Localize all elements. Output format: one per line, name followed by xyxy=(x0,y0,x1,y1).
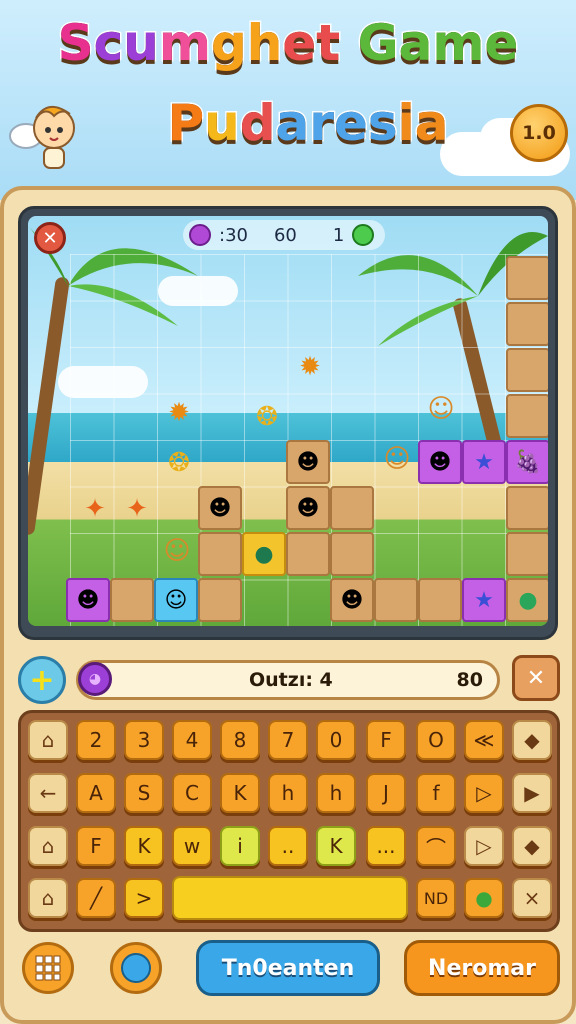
key[interactable]: K xyxy=(316,826,356,866)
key[interactable]: ≪ xyxy=(464,720,504,760)
hud-lives: 1 xyxy=(332,224,345,246)
board-tile[interactable] xyxy=(198,578,242,622)
fire-creature-icon[interactable]: ✦ xyxy=(120,492,154,526)
game-board[interactable]: ✕ :30 60 1 🍇 ● ☻ ★ ★ ☻ ☻ ☻ ● ☻ ☺ ☻ ✹ ✹ ❂… xyxy=(28,216,548,626)
key[interactable]: J xyxy=(366,773,406,813)
key-back[interactable]: ← xyxy=(28,773,68,813)
status-value: 80 xyxy=(456,669,483,691)
key[interactable]: 0 xyxy=(316,720,356,760)
hud-bar: :30 60 1 xyxy=(183,220,385,250)
key[interactable]: F xyxy=(366,720,406,760)
mascot-cherub-icon xyxy=(9,106,75,169)
key-home[interactable]: ⌂ xyxy=(28,878,68,918)
hud-gems: :30 xyxy=(219,224,248,246)
hud-score: 60 xyxy=(273,224,297,246)
board-tile[interactable]: ☻ xyxy=(198,486,242,530)
hero-character-icon[interactable]: ☺ xyxy=(160,534,194,568)
board-tile[interactable] xyxy=(286,532,330,576)
key[interactable]: .. xyxy=(268,826,308,866)
board-tile[interactable] xyxy=(374,578,418,622)
fire-creature-icon[interactable]: ✦ xyxy=(78,492,112,526)
key[interactable]: A xyxy=(76,773,116,813)
board-tile-purple[interactable]: 🍇 xyxy=(506,440,548,484)
board-tile[interactable]: ☻ xyxy=(330,578,374,622)
status-label: Outzı: 4 xyxy=(249,669,333,691)
key[interactable]: K xyxy=(220,773,260,813)
key-close[interactable]: × xyxy=(512,878,552,918)
key-play[interactable]: ▶ xyxy=(512,773,552,813)
key[interactable]: 8 xyxy=(220,720,260,760)
key-diamond[interactable]: ◆ xyxy=(512,720,552,760)
board-tile-blue[interactable]: ☺ xyxy=(154,578,198,622)
key-slash[interactable]: ╱ xyxy=(76,878,116,918)
cat-creature-icon[interactable]: ❂ xyxy=(250,400,284,434)
gem-icon: ◕ xyxy=(78,662,112,696)
key[interactable]: > xyxy=(124,878,164,918)
key-home[interactable]: ⌂ xyxy=(28,826,68,866)
grid-icon[interactable] xyxy=(22,942,74,994)
key[interactable]: ⌒ xyxy=(416,826,456,866)
game-title-line1: Scumghet Game xyxy=(56,13,520,74)
board-tile[interactable] xyxy=(418,578,462,622)
board-tile-purple[interactable]: ★ xyxy=(462,440,506,484)
board-tile[interactable] xyxy=(330,486,374,530)
key[interactable]: 3 xyxy=(124,720,164,760)
board-tile[interactable] xyxy=(110,578,154,622)
hero-character-icon[interactable]: ☺ xyxy=(380,442,414,476)
board-tile[interactable] xyxy=(506,256,548,300)
key[interactable]: K xyxy=(124,826,164,866)
key[interactable]: h xyxy=(268,773,308,813)
gem-icon xyxy=(189,224,211,246)
key[interactable]: ▷ xyxy=(464,773,504,813)
board-tile[interactable]: ☻ xyxy=(286,440,330,484)
star-creature-icon[interactable]: ✹ xyxy=(293,350,327,384)
key[interactable]: ... xyxy=(366,826,406,866)
game-title-line2: Pudaresia xyxy=(166,93,450,154)
key[interactable]: h xyxy=(316,773,356,813)
board-tile[interactable] xyxy=(506,302,548,346)
board-tile[interactable]: ☻ xyxy=(286,486,330,530)
key[interactable]: 2 xyxy=(76,720,116,760)
star-creature-icon[interactable]: ✹ xyxy=(162,396,196,430)
leaf-key[interactable]: ● xyxy=(464,878,504,918)
cat-creature-icon[interactable]: ❂ xyxy=(162,446,196,480)
grid-icon xyxy=(35,955,61,981)
board-tile-purple[interactable]: ★ xyxy=(462,578,506,622)
smile-icon xyxy=(352,224,375,246)
board-tile[interactable] xyxy=(330,532,374,576)
close-button[interactable]: ✕ xyxy=(512,655,560,701)
board-tile[interactable] xyxy=(506,486,548,530)
board-tile-purple[interactable]: ☻ xyxy=(66,578,110,622)
circle-button[interactable] xyxy=(110,942,162,994)
key-diamond[interactable]: ◆ xyxy=(512,826,552,866)
key[interactable]: i xyxy=(220,826,260,866)
key[interactable]: w xyxy=(172,826,212,866)
key[interactable]: ▷ xyxy=(464,826,504,866)
board-tile-gold[interactable]: ● xyxy=(242,532,286,576)
key[interactable]: S xyxy=(124,773,164,813)
secondary-button[interactable]: Neromar xyxy=(404,940,560,996)
board-tile-purple[interactable]: ☻ xyxy=(418,440,462,484)
version-badge[interactable]: 1.0 xyxy=(510,104,568,162)
key[interactable]: O xyxy=(416,720,456,760)
key[interactable]: ND xyxy=(416,878,456,918)
close-icon[interactable]: ✕ xyxy=(34,222,66,254)
hero-character-icon[interactable]: ☺ xyxy=(424,392,458,426)
board-tile[interactable] xyxy=(506,532,548,576)
key[interactable]: C xyxy=(172,773,212,813)
circle-icon xyxy=(121,953,151,983)
primary-button[interactable]: Tn0eanten xyxy=(196,940,380,996)
key[interactable]: f xyxy=(416,773,456,813)
key[interactable]: F xyxy=(76,826,116,866)
add-button[interactable]: + xyxy=(18,656,66,704)
space-bar[interactable] xyxy=(172,876,408,920)
board-tile[interactable]: ● xyxy=(506,578,548,622)
key[interactable]: 4 xyxy=(172,720,212,760)
board-tile[interactable] xyxy=(198,532,242,576)
board-tile[interactable] xyxy=(506,394,548,438)
status-bar: Outzı: 4 80 xyxy=(76,660,500,700)
key-home[interactable]: ⌂ xyxy=(28,720,68,760)
board-tile[interactable] xyxy=(506,348,548,392)
key[interactable]: 7 xyxy=(268,720,308,760)
